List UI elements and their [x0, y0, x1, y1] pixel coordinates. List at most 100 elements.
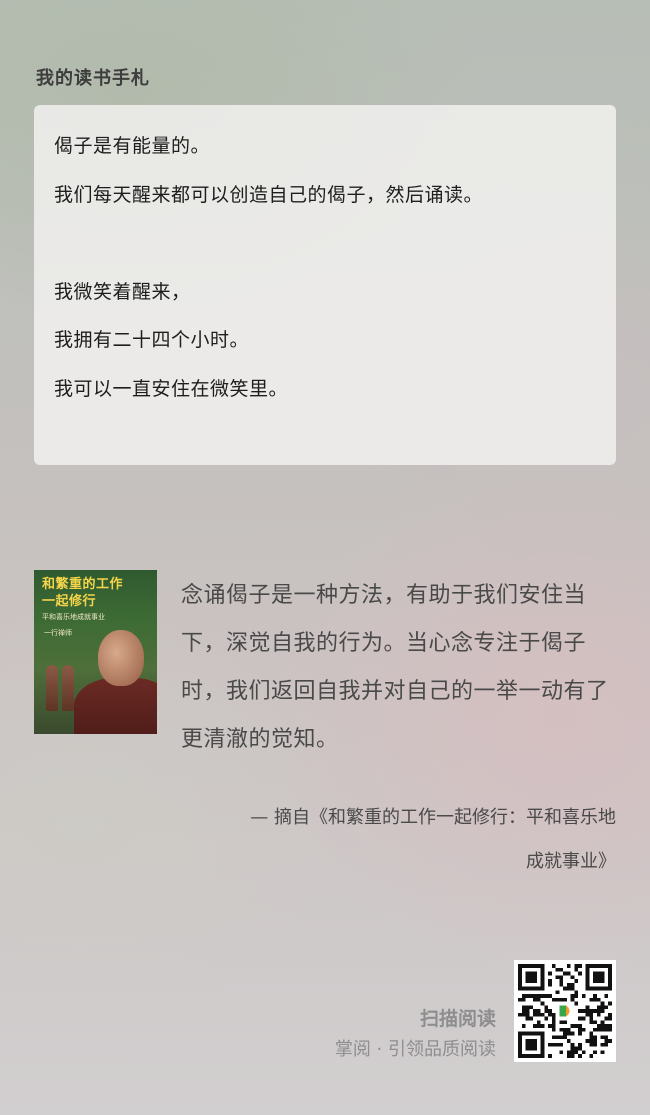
source-citation: — 摘自《和繁重的工作一起修行：平和喜乐地	[250, 807, 616, 828]
monk-portrait	[98, 630, 144, 686]
qr-module	[533, 1039, 537, 1043]
qr-module	[574, 1050, 579, 1055]
scan-label: 扫描阅读	[419, 1008, 496, 1030]
qr-module	[555, 997, 560, 1002]
qr-module	[525, 971, 530, 976]
qr-module	[585, 971, 590, 976]
qr-module	[525, 1012, 530, 1017]
qr-module	[518, 1012, 522, 1017]
qr-module	[551, 1016, 556, 1021]
qr-module	[540, 1046, 545, 1051]
qr-module	[525, 1016, 530, 1021]
qr-module	[518, 1031, 522, 1036]
qr-module	[578, 1046, 582, 1051]
qr-code[interactable]	[514, 960, 616, 1062]
qr-module	[600, 971, 605, 976]
qr-module	[518, 964, 522, 968]
excerpt-text: 念诵偈子是一种方法，有助于我们安住当下，深觉自我的行为。当心念专注于偈子时，我们…	[181, 583, 609, 752]
qr-module	[521, 1012, 526, 1017]
qr-module	[551, 1042, 556, 1047]
brand-tagline: 掌阅 · 引领品质阅读	[334, 1039, 496, 1060]
qr-module	[536, 1012, 541, 1017]
qr-module	[521, 1031, 526, 1036]
quote-line: 我微笑着醒来，	[54, 280, 191, 303]
qr-module	[525, 1005, 530, 1010]
qr-module	[604, 1035, 609, 1040]
qr-module	[544, 994, 549, 998]
cover-title: 和繁重的工作 一起修行	[42, 576, 123, 610]
qr-module	[608, 975, 612, 980]
quote-line: 我拥有二十四个小时。	[54, 329, 250, 351]
qr-module	[608, 986, 612, 991]
qr-module	[551, 1012, 556, 1017]
qr-module	[529, 1039, 534, 1043]
header-title: 我的读书手札	[36, 68, 150, 89]
qr-module	[608, 1027, 612, 1032]
qr-module	[589, 1009, 594, 1013]
qr-module	[585, 1012, 590, 1017]
qr-module	[585, 1039, 590, 1043]
quote-line: 偈子是有能量的。	[54, 135, 211, 157]
qr-module	[548, 994, 552, 998]
qr-module	[604, 986, 609, 991]
qr-module	[529, 971, 534, 976]
qr-module	[574, 1001, 579, 1006]
qr-module	[608, 1012, 612, 1017]
qr-module	[521, 997, 526, 1002]
book-cover[interactable]: 和繁重的工作 一起修行 平和喜乐地成就事业 一行禅师	[34, 570, 157, 734]
qr-module	[589, 1016, 594, 1021]
qr-module	[525, 975, 530, 980]
qr-module	[518, 1035, 522, 1040]
qr-module	[608, 967, 612, 972]
cover-subtitle: 平和喜乐地成就事业	[42, 613, 105, 621]
qr-module	[559, 997, 564, 1002]
qr-module	[533, 1046, 537, 1051]
qr-module	[518, 986, 522, 991]
qr-module	[551, 1035, 556, 1040]
qr-module	[533, 986, 537, 991]
qr-module	[540, 1050, 545, 1055]
qr-module	[533, 979, 537, 983]
qr-module	[540, 1042, 545, 1047]
qr-module	[589, 1020, 594, 1025]
qr-module	[548, 982, 552, 987]
qr-module	[578, 1042, 582, 1047]
qr-module	[548, 971, 552, 976]
qr-module	[548, 1024, 552, 1028]
qr-module	[570, 994, 575, 998]
qr-module	[589, 1039, 594, 1043]
qr-module	[536, 1031, 541, 1036]
qr-module	[600, 1020, 605, 1025]
quote-line: 我们每天醒来都可以创造自己的偈子，然后诵读。	[54, 183, 484, 206]
qr-module	[533, 971, 537, 976]
qr-module	[540, 994, 545, 998]
ireader-logo-icon	[559, 1005, 567, 1017]
qr-module	[551, 997, 556, 1002]
qr-module	[540, 964, 545, 968]
qr-module	[570, 1050, 575, 1055]
qr-module	[574, 994, 579, 998]
qr-module	[600, 1042, 605, 1047]
qr-module	[555, 990, 560, 995]
qr-module	[604, 1005, 609, 1010]
qr-module	[570, 1054, 575, 1058]
qr-module	[581, 1050, 586, 1055]
qr-code-icon	[518, 964, 612, 1058]
qr-module	[529, 986, 534, 991]
qr-module	[563, 1035, 567, 1040]
qr-module	[570, 997, 575, 1002]
qr-module	[559, 1042, 564, 1047]
qr-module	[548, 979, 552, 983]
monk-robe	[74, 678, 157, 734]
qr-module	[593, 1020, 597, 1025]
qr-module	[578, 1031, 582, 1036]
cover-title-line: 和繁重的工作	[42, 577, 124, 592]
qr-module	[589, 1042, 594, 1047]
qr-module	[525, 1031, 530, 1036]
qr-module	[578, 1016, 582, 1021]
qr-module	[559, 982, 564, 987]
qr-module	[563, 1027, 567, 1032]
qr-module	[596, 1027, 601, 1032]
qr-module	[536, 1054, 541, 1058]
qr-module	[566, 1031, 571, 1036]
